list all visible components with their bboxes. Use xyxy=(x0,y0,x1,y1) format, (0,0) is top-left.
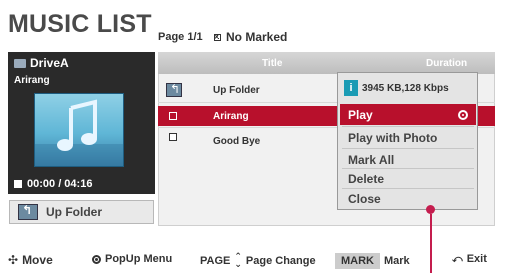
marked-label: No Marked xyxy=(226,30,288,44)
up-folder-icon xyxy=(18,203,38,220)
hint-move: ✣ Move xyxy=(8,253,53,267)
column-duration: Duration xyxy=(426,58,468,69)
menu-item-label: Close xyxy=(348,191,381,206)
page-up-down-icon: ⌃ ⌄ xyxy=(234,252,242,270)
menu-item-close[interactable]: Close xyxy=(340,188,476,209)
pointer-line xyxy=(430,214,432,273)
mark-key: MARK xyxy=(335,253,380,269)
drive-name: DriveA xyxy=(30,56,69,70)
album-art xyxy=(34,93,124,167)
hint-page-change: PAGE ⌃ ⌄ Page Change xyxy=(200,252,316,270)
hint-label: Move xyxy=(22,253,53,267)
up-folder-button[interactable]: Up Folder xyxy=(9,200,154,224)
dpad-icon: ✣ xyxy=(8,253,19,267)
up-folder-icon xyxy=(166,82,182,97)
drive-label: DriveA xyxy=(14,56,69,70)
menu-item-label: Play with Photo xyxy=(348,130,438,145)
page-title: MUSIC LIST xyxy=(8,10,152,38)
hint-label: Exit xyxy=(466,253,487,265)
page-indicator: Page 1/1 xyxy=(158,31,203,43)
current-song: Arirang xyxy=(14,75,50,86)
ok-icon xyxy=(458,109,468,120)
menu-item-delete[interactable]: Delete xyxy=(340,168,476,189)
hint-label: PopUp Menu xyxy=(105,253,173,265)
list-item-label: Up Folder xyxy=(213,84,260,96)
time-readout: 00:00 / 04:16 xyxy=(27,178,93,190)
checkbox-icon[interactable] xyxy=(169,133,177,141)
hint-exit: ⤺ Exit xyxy=(452,253,487,265)
list-item-label: Arirang xyxy=(213,110,249,122)
column-title: Title xyxy=(262,58,283,69)
ok-icon xyxy=(92,254,101,264)
file-info-text: 3945 KB,128 Kbps xyxy=(362,82,449,94)
hint-popup-menu: PopUp Menu xyxy=(92,253,172,265)
pointer-dot xyxy=(426,205,435,214)
hint-mark: MARK Mark xyxy=(335,253,410,269)
usb-drive-icon xyxy=(14,58,26,68)
exit-icon: ⤺ xyxy=(452,253,463,265)
music-note-icon xyxy=(35,99,123,166)
hint-key: PAGE xyxy=(200,255,231,267)
hint-label: Mark xyxy=(384,255,410,267)
menu-item-play[interactable]: Play xyxy=(340,104,476,125)
info-icon: i xyxy=(344,80,358,96)
checkbox-icon xyxy=(214,33,221,41)
marked-status: No Marked xyxy=(214,30,287,44)
menu-item-play-with-photo[interactable]: Play with Photo xyxy=(340,127,476,148)
checkbox-icon[interactable] xyxy=(169,112,177,120)
list-item-label: Good Bye xyxy=(213,135,261,147)
hint-label: Page Change xyxy=(245,255,316,267)
menu-item-label: Play xyxy=(348,107,373,122)
file-info: i 3945 KB,128 Kbps xyxy=(344,80,449,96)
menu-item-label: Delete xyxy=(348,171,385,186)
menu-item-mark-all[interactable]: Mark All xyxy=(340,149,476,170)
up-folder-label: Up Folder xyxy=(46,205,102,219)
stop-icon xyxy=(14,180,22,188)
playback-time: 00:00 / 04:16 xyxy=(14,178,92,190)
menu-item-label: Mark All xyxy=(348,152,395,167)
